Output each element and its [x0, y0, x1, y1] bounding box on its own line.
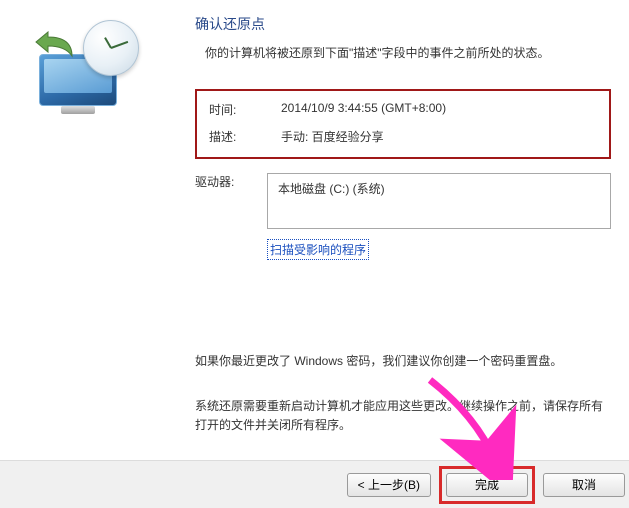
password-note: 如果你最近更改了 Windows 密码，我们建议你创建一个密码重置盘。: [195, 352, 611, 369]
restart-note: 系统还原需要重新启动计算机才能应用这些更改。继续操作之前，请保存所有打开的文件并…: [195, 397, 611, 435]
back-arrow-icon: [33, 28, 75, 58]
drives-label: 驱动器:: [195, 173, 267, 190]
drives-list[interactable]: 本地磁盘 (C:) (系统): [267, 173, 611, 229]
clock-icon: [83, 20, 139, 76]
wizard-content: 确认还原点 你的计算机将被还原到下面"描述"字段中的事件之前所处的状态。 时间:…: [175, 0, 629, 460]
time-label: 时间:: [209, 101, 281, 118]
desc-value: 手动: 百度经验分享: [281, 128, 597, 145]
page-title: 确认还原点: [195, 14, 611, 34]
finish-button[interactable]: 完成: [446, 473, 528, 497]
wizard-icon-pane: [0, 0, 175, 460]
wizard-footer: < 上一步(B) 完成 取消: [0, 460, 629, 508]
finish-highlight: 完成: [439, 466, 535, 504]
back-button[interactable]: < 上一步(B): [347, 473, 431, 497]
restore-point-info: 时间: 2014/10/9 3:44:55 (GMT+8:00) 描述: 手动:…: [195, 89, 611, 159]
time-value: 2014/10/9 3:44:55 (GMT+8:00): [281, 101, 597, 118]
scan-affected-link[interactable]: 扫描受影响的程序: [267, 239, 369, 260]
drive-item[interactable]: 本地磁盘 (C:) (系统): [278, 180, 600, 197]
desc-label: 描述:: [209, 128, 281, 145]
cancel-button[interactable]: 取消: [543, 473, 625, 497]
page-subtitle: 你的计算机将被还原到下面"描述"字段中的事件之前所处的状态。: [205, 44, 611, 61]
system-restore-icon: [33, 20, 143, 120]
